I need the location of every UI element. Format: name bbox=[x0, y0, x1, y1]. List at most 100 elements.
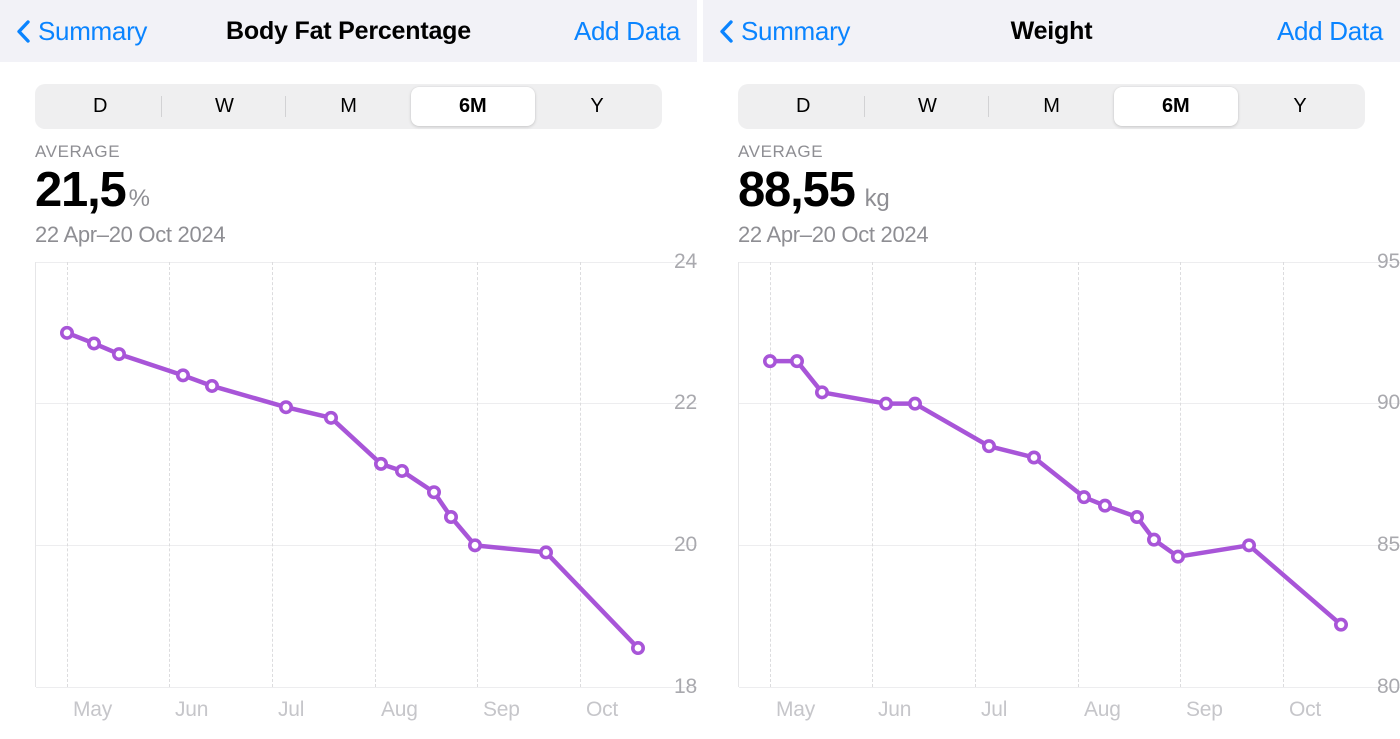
x-axis-tick-label: Aug bbox=[381, 697, 418, 721]
range-option-w-label: W bbox=[214, 95, 234, 117]
back-to-summary-button[interactable]: Summary bbox=[719, 18, 850, 44]
data-point-marker[interactable] bbox=[1076, 489, 1091, 504]
navbar-right: Summary Weight Add Data bbox=[703, 0, 1400, 62]
range-option-m-label: M bbox=[340, 95, 357, 117]
range-selector-wrap-left: D W M 6M Y bbox=[0, 62, 697, 129]
average-value-row: 88,55 kg bbox=[738, 162, 1365, 217]
range-option-y-label: Y bbox=[590, 95, 604, 117]
y-axis-tick-label: 80 bbox=[1377, 674, 1400, 698]
x-axis-tick-label: Sep bbox=[1186, 697, 1223, 721]
x-axis-tick-label: Jun bbox=[175, 697, 209, 721]
add-data-button[interactable]: Add Data bbox=[574, 16, 680, 47]
range-option-d[interactable]: D bbox=[38, 87, 163, 126]
range-option-y[interactable]: Y bbox=[1238, 87, 1362, 126]
range-option-m[interactable]: M bbox=[286, 87, 410, 126]
y-axis-tick-label: 20 bbox=[674, 532, 697, 556]
x-axis-tick-label: May bbox=[73, 697, 113, 721]
data-point-marker[interactable] bbox=[1241, 537, 1256, 552]
range-option-m-label: M bbox=[1043, 95, 1060, 117]
x-axis-tick-label: Aug bbox=[1084, 697, 1121, 721]
average-value: 88,55 bbox=[738, 162, 856, 217]
chevron-left-icon bbox=[719, 19, 734, 44]
data-point-marker[interactable] bbox=[443, 509, 458, 524]
data-point-marker[interactable] bbox=[815, 384, 830, 399]
data-point-marker[interactable] bbox=[323, 410, 338, 425]
plot-area-left: 24 22 20 18 May Jun Jul Aug Sep Oct bbox=[35, 250, 697, 721]
navbar-left: Summary Body Fat Percentage Add Data bbox=[0, 0, 697, 62]
data-point-marker[interactable] bbox=[630, 640, 645, 655]
y-axis-tick-label: 18 bbox=[674, 674, 697, 698]
chart-weight[interactable]: 95 90 85 80 May Jun Jul Aug Sep Oct bbox=[703, 250, 1400, 732]
data-point-marker[interactable] bbox=[538, 545, 553, 560]
data-point-marker[interactable] bbox=[1146, 532, 1161, 547]
data-point-marker[interactable] bbox=[789, 353, 804, 368]
range-option-m[interactable]: M bbox=[989, 87, 1113, 126]
date-range-label: 22 Apr–20 Oct 2024 bbox=[738, 221, 929, 247]
data-point-marker[interactable] bbox=[982, 438, 997, 453]
y-axis-tick-label: 85 bbox=[1377, 532, 1400, 556]
average-unit: % bbox=[128, 184, 150, 212]
data-point-marker[interactable] bbox=[86, 336, 101, 351]
y-axis-tick-label: 24 bbox=[674, 249, 697, 273]
data-point-marker[interactable] bbox=[59, 325, 74, 340]
data-point-marker[interactable] bbox=[879, 396, 894, 411]
average-value: 21,5 bbox=[35, 162, 127, 217]
average-stat-block-left: AVERAGE 21,5 % 22 Apr–20 Oct 2024 bbox=[0, 129, 697, 248]
panel-weight: Summary Weight Add Data D W M 6M Y AVERA… bbox=[703, 0, 1400, 739]
range-option-y[interactable]: Y bbox=[535, 87, 659, 126]
range-option-d[interactable]: D bbox=[741, 87, 866, 126]
range-option-6m[interactable]: 6M bbox=[1113, 87, 1238, 126]
average-label: AVERAGE bbox=[738, 142, 824, 161]
panel-body-fat-percentage: Summary Body Fat Percentage Add Data D W… bbox=[0, 0, 697, 739]
date-range-label: 22 Apr–20 Oct 2024 bbox=[35, 221, 226, 247]
data-point-marker[interactable] bbox=[373, 456, 388, 471]
range-option-w[interactable]: W bbox=[865, 87, 990, 126]
data-point-marker[interactable] bbox=[1097, 498, 1112, 513]
range-selector-wrap-right: D W M 6M Y bbox=[703, 62, 1400, 129]
x-axis-tick-label: Oct bbox=[586, 697, 619, 721]
plot-area-right: 95 90 85 80 May Jun Jul Aug Sep Oct bbox=[738, 250, 1400, 721]
data-point-marker[interactable] bbox=[394, 463, 409, 478]
average-stat-block-right: AVERAGE 88,55 kg 22 Apr–20 Oct 2024 bbox=[703, 129, 1400, 248]
data-point-marker[interactable] bbox=[1170, 549, 1185, 564]
x-axis-tick-label: Jul bbox=[981, 697, 1008, 721]
gridline-horizontal bbox=[739, 686, 1400, 688]
data-point-marker[interactable] bbox=[1333, 617, 1348, 632]
range-option-6m[interactable]: 6M bbox=[410, 87, 535, 126]
y-axis-tick-label: 90 bbox=[1377, 391, 1400, 415]
data-point-marker[interactable] bbox=[176, 367, 191, 382]
data-point-marker[interactable] bbox=[762, 353, 777, 368]
range-option-w-label: W bbox=[917, 95, 937, 117]
data-point-marker[interactable] bbox=[112, 346, 127, 361]
back-to-summary-button[interactable]: Summary bbox=[16, 18, 147, 44]
data-series-line bbox=[59, 325, 645, 655]
data-point-marker[interactable] bbox=[279, 399, 294, 414]
data-point-marker[interactable] bbox=[1129, 509, 1144, 524]
data-point-marker[interactable] bbox=[908, 396, 923, 411]
average-value-row: 21,5 % bbox=[35, 162, 662, 217]
range-option-6m-label: 6M bbox=[459, 95, 487, 117]
data-point-marker[interactable] bbox=[467, 537, 482, 552]
data-point-marker[interactable] bbox=[1026, 450, 1041, 465]
x-axis-tick-label: May bbox=[776, 697, 816, 721]
range-option-y-label: Y bbox=[1293, 95, 1307, 117]
x-axis-tick-label: Oct bbox=[1289, 697, 1322, 721]
x-axis-tick-label: Jul bbox=[278, 697, 305, 721]
range-segmented-control[interactable]: D W M 6M Y bbox=[35, 84, 662, 129]
data-point-marker[interactable] bbox=[426, 484, 441, 499]
data-point-marker[interactable] bbox=[205, 378, 220, 393]
average-label: AVERAGE bbox=[35, 142, 121, 161]
range-option-d-label: D bbox=[795, 95, 811, 117]
x-axis-tick-label: Sep bbox=[483, 697, 520, 721]
gridline-horizontal bbox=[36, 686, 697, 688]
chart-body-fat-percentage[interactable]: 24 22 20 18 May Jun Jul Aug Sep Oct bbox=[0, 250, 697, 732]
data-series-line bbox=[762, 353, 1348, 632]
x-axis-tick-label: Jun bbox=[878, 697, 912, 721]
range-option-w[interactable]: W bbox=[162, 87, 287, 126]
average-unit: kg bbox=[864, 184, 890, 212]
health-app-split-view: Summary Body Fat Percentage Add Data D W… bbox=[0, 0, 1400, 739]
add-data-button[interactable]: Add Data bbox=[1277, 16, 1383, 47]
y-axis-tick-label: 95 bbox=[1377, 249, 1400, 273]
range-segmented-control[interactable]: D W M 6M Y bbox=[738, 84, 1365, 129]
chevron-left-icon bbox=[16, 19, 31, 44]
